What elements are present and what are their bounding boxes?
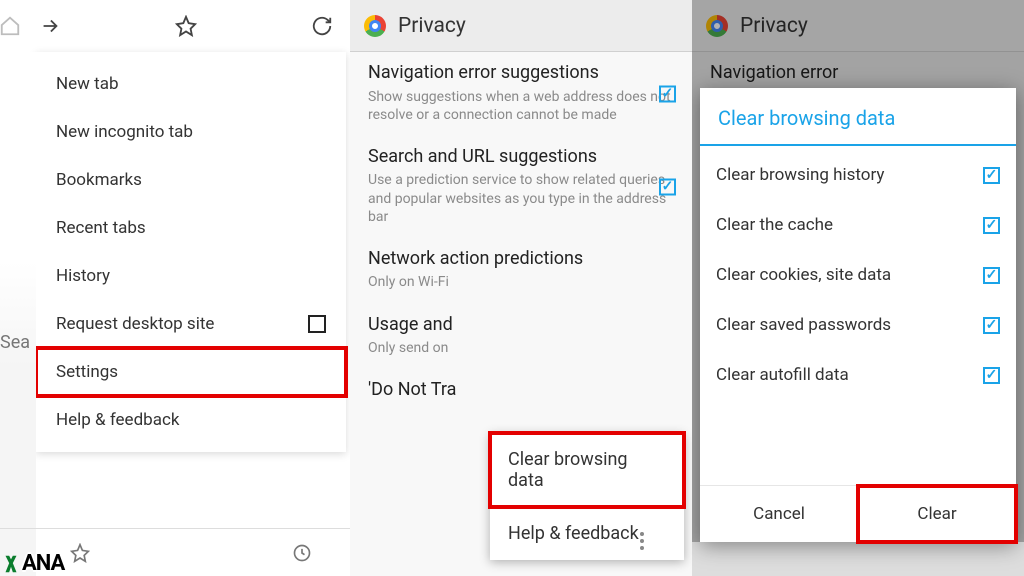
checkbox-checked-icon[interactable]: ✓ [983,317,1000,334]
setting-search-url[interactable]: Search and URL suggestions Use a predict… [350,136,692,238]
browser-toolbar [0,0,350,52]
menu-label: Help & feedback [56,410,179,430]
option-clear-cookies[interactable]: Clear cookies, site data ✓ [700,250,1016,300]
menu-request-desktop[interactable]: Request desktop site [36,300,346,348]
overflow-popup: Clear browsing data Help & feedback [490,433,684,560]
forward-icon[interactable] [30,6,70,46]
setting-usage[interactable]: Usage and Only send on [350,304,692,370]
menu-bookmarks[interactable]: Bookmarks [36,156,346,204]
panel-chrome-menu: Sea New tab New incognito tab Bookmarks … [0,0,350,576]
option-label: Clear autofill data [716,365,849,385]
menu-help-feedback[interactable]: Help & feedback [36,396,346,444]
checkbox-checked-icon[interactable]: ✓ [659,85,676,102]
setting-title: Search and URL suggestions [368,146,674,169]
setting-title: Navigation error [710,62,1006,85]
checkbox-checked-icon[interactable]: ✓ [659,178,676,195]
setting-title: Network action predictions [368,248,674,271]
option-clear-cache[interactable]: Clear the cache ✓ [700,200,1016,250]
popup-help-feedback[interactable]: Help & feedback [490,507,684,560]
setting-title: Navigation error suggestions [368,62,674,85]
star-outline-icon[interactable] [60,533,100,573]
option-label: Clear cookies, site data [716,265,891,285]
cancel-button[interactable]: Cancel [700,486,858,542]
menu-label: Help & feedback [508,523,639,544]
divider [700,144,1016,146]
setting-navigation-error[interactable]: Navigation error suggestions Show sugges… [350,52,692,136]
page-title: Privacy [398,14,466,38]
search-stub-text: Sea [0,332,30,353]
chrome-logo-icon [364,15,386,37]
chrome-logo-icon [706,15,728,37]
panel-clear-data-dialog: Privacy Navigation error 'Do Not Track' … [692,0,1024,576]
option-label: Clear the cache [716,215,833,235]
chrome-overflow-menu: New tab New incognito tab Bookmarks Rece… [36,52,346,452]
setting-desc: Use a prediction service to show related… [368,171,674,226]
reload-icon[interactable] [302,6,342,46]
dialog-actions: Cancel Clear [700,485,1016,542]
menu-label: Bookmarks [56,170,142,190]
checkbox-checked-icon[interactable]: ✓ [983,167,1000,184]
setting-network-predictions[interactable]: Network action predictions Only on Wi-Fi [350,238,692,304]
clock-icon[interactable] [282,533,322,573]
menu-label: Clear browsing data [508,449,666,491]
menu-label: Request desktop site [56,314,214,334]
clear-button[interactable]: Clear [858,486,1016,542]
checkbox-unchecked-icon[interactable] [308,315,326,333]
clear-browsing-dialog: Clear browsing data Clear browsing histo… [700,88,1016,542]
home-icon[interactable] [0,6,30,46]
background-strip: Sea [0,52,36,576]
option-label: Clear saved passwords [716,315,891,335]
setting-desc: Only send on [368,339,674,357]
menu-recent-tabs[interactable]: Recent tabs [36,204,346,252]
menu-label: History [56,266,110,286]
button-label: Clear [917,504,956,524]
option-clear-passwords[interactable]: Clear saved passwords ✓ [700,300,1016,350]
button-label: Cancel [753,504,805,524]
setting-do-not-track[interactable]: 'Do Not Tra [350,369,692,414]
menu-new-tab[interactable]: New tab [36,60,346,108]
option-label: Clear browsing history [716,165,884,185]
checkbox-checked-icon[interactable]: ✓ [983,217,1000,234]
setting-desc: Show suggestions when a web address does… [368,88,674,124]
setting-title: 'Do Not Tra [368,379,674,402]
checkbox-checked-icon[interactable]: ✓ [983,367,1000,384]
setting-desc: Only on Wi-Fi [368,273,674,291]
page-title: Privacy [740,14,808,38]
menu-label: Settings [56,362,118,382]
privacy-header: Privacy [350,0,692,52]
menu-label: New incognito tab [56,122,193,142]
menu-settings[interactable]: Settings [36,348,346,396]
menu-label: New tab [56,74,119,94]
setting-title: Usage and [368,314,674,337]
panel-privacy-settings: Privacy Navigation error suggestions Sho… [350,0,692,576]
star-icon[interactable] [166,6,206,46]
menu-new-incognito[interactable]: New incognito tab [36,108,346,156]
menu-history[interactable]: History [36,252,346,300]
dialog-title: Clear browsing data [700,88,1016,144]
popup-clear-browsing-data[interactable]: Clear browsing data [490,433,684,507]
option-clear-autofill[interactable]: Clear autofill data ✓ [700,350,1016,400]
watermark-logo: ANA [0,551,64,576]
menu-label: Recent tabs [56,218,146,238]
option-clear-history[interactable]: Clear browsing history ✓ [700,150,1016,200]
checkbox-checked-icon[interactable]: ✓ [983,267,1000,284]
kebab-icon[interactable] [640,532,644,550]
watermark-text: ANA [22,551,64,576]
